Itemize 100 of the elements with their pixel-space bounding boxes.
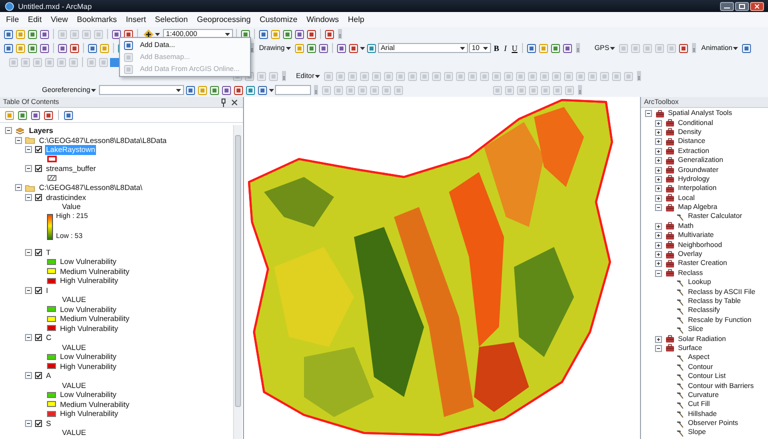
tool-icon[interactable] — [17, 110, 28, 120]
expand-icon[interactable] — [655, 194, 662, 202]
toolbar-grip-icon[interactable] — [314, 85, 318, 95]
collapse-icon[interactable] — [25, 146, 32, 154]
tool-icon[interactable] — [39, 42, 50, 54]
menu-item[interactable]: Bookmarks — [76, 15, 117, 24]
tool-icon[interactable] — [39, 28, 50, 40]
menu-item[interactable]: Geoprocessing — [196, 15, 251, 24]
tool-icon[interactable] — [233, 84, 244, 96]
tool-icon[interactable] — [185, 84, 196, 96]
menu-item[interactable]: Insert — [126, 15, 146, 24]
expand-icon[interactable] — [655, 128, 662, 136]
close-icon[interactable] — [229, 96, 240, 108]
collapse-icon[interactable] — [655, 204, 662, 212]
collapse-icon[interactable] — [15, 184, 22, 192]
tool-icon[interactable] — [678, 42, 690, 54]
text-field[interactable] — [275, 85, 312, 95]
collapse-icon[interactable] — [25, 165, 32, 172]
tool-icon[interactable] — [741, 42, 752, 54]
menu-item[interactable]: View — [50, 15, 68, 24]
expand-icon[interactable] — [655, 242, 662, 249]
tool-icon[interactable] — [562, 42, 574, 54]
collapse-icon[interactable] — [25, 194, 32, 201]
collapse-icon[interactable] — [25, 248, 32, 256]
tool-icon[interactable] — [57, 42, 68, 54]
menu-item[interactable]: Help — [348, 15, 364, 24]
tool-icon[interactable] — [69, 42, 80, 54]
tool-icon[interactable] — [30, 110, 41, 120]
collapse-icon[interactable] — [5, 127, 12, 134]
tool-icon[interactable] — [348, 42, 359, 54]
expand-icon[interactable] — [655, 120, 662, 127]
checkbox[interactable] — [35, 286, 42, 294]
tool-icon[interactable] — [324, 28, 335, 40]
expand-icon[interactable] — [655, 222, 662, 230]
tool-icon[interactable] — [27, 28, 38, 40]
expand-icon[interactable] — [655, 148, 662, 155]
tool-icon[interactable] — [27, 42, 38, 54]
expand-icon[interactable] — [655, 251, 662, 258]
tool-icon[interactable] — [294, 28, 305, 40]
expand-icon[interactable] — [655, 176, 662, 183]
tool-icon[interactable] — [245, 84, 256, 96]
collapse-icon[interactable] — [25, 286, 32, 294]
scrollbar-thumb[interactable] — [235, 135, 241, 407]
checkbox[interactable] — [35, 334, 42, 342]
checkbox[interactable] — [35, 248, 42, 256]
close-icon[interactable] — [750, 2, 764, 10]
tool-icon[interactable] — [3, 28, 14, 40]
menu-item[interactable]: Selection — [154, 15, 188, 24]
tool-icon[interactable] — [258, 28, 269, 40]
expand-icon[interactable] — [655, 138, 662, 146]
tool-icon[interactable] — [209, 84, 220, 96]
expand-icon[interactable] — [655, 157, 662, 164]
underline-button[interactable]: U — [510, 44, 520, 52]
checkbox[interactable] — [35, 194, 42, 201]
tool-icon[interactable] — [336, 42, 347, 54]
toolbar-grip-icon[interactable] — [282, 71, 286, 81]
tool-icon[interactable] — [221, 84, 232, 96]
tool-icon[interactable] — [366, 42, 377, 54]
tool-icon[interactable] — [550, 42, 562, 54]
expand-icon[interactable] — [655, 185, 662, 192]
expand-icon[interactable] — [655, 336, 662, 343]
menu-item[interactable]: Customize — [260, 15, 298, 24]
toolbar-grip-icon[interactable] — [637, 71, 642, 81]
tool-icon[interactable] — [306, 28, 317, 40]
tool-icon[interactable] — [306, 42, 317, 54]
menu-item[interactable]: Windows — [306, 15, 339, 24]
tool-icon[interactable] — [526, 42, 538, 54]
tool-icon[interactable] — [4, 110, 15, 120]
collapse-icon[interactable] — [15, 136, 22, 144]
collapse-icon[interactable] — [25, 420, 32, 427]
tool-icon[interactable] — [43, 110, 54, 120]
collapse-icon[interactable] — [25, 334, 32, 342]
tool-icon[interactable] — [282, 28, 293, 40]
tool-icon[interactable] — [318, 42, 329, 54]
collapse-icon[interactable] — [25, 372, 32, 380]
collapse-icon[interactable] — [655, 344, 662, 352]
checkbox[interactable] — [35, 420, 42, 427]
toolbar-grip-icon[interactable] — [692, 43, 696, 53]
tool-icon[interactable] — [123, 40, 134, 50]
bold-button[interactable]: B — [492, 44, 502, 52]
tool-icon[interactable] — [123, 28, 134, 40]
tool-icon[interactable] — [240, 28, 251, 40]
italic-button[interactable]: I — [502, 44, 509, 52]
tool-icon[interactable] — [87, 42, 98, 54]
checkbox[interactable] — [35, 165, 42, 172]
collapse-icon[interactable] — [655, 270, 662, 277]
collapse-icon[interactable] — [645, 110, 652, 118]
tool-icon[interactable] — [111, 28, 122, 40]
tool-icon[interactable] — [3, 42, 14, 54]
menu-item[interactable]: Edit — [28, 15, 42, 24]
checkbox[interactable] — [35, 146, 42, 154]
scrollbar[interactable] — [233, 125, 242, 439]
maximize-icon[interactable] — [735, 2, 749, 10]
tool-icon[interactable] — [63, 110, 74, 120]
toolbar-grip-icon[interactable] — [576, 43, 580, 53]
menu-item[interactable]: File — [6, 15, 19, 24]
layer-dropdown[interactable] — [99, 85, 184, 95]
minimize-icon[interactable] — [720, 2, 734, 10]
toolbar-grip-icon[interactable] — [578, 85, 582, 95]
expand-icon[interactable] — [655, 232, 662, 240]
